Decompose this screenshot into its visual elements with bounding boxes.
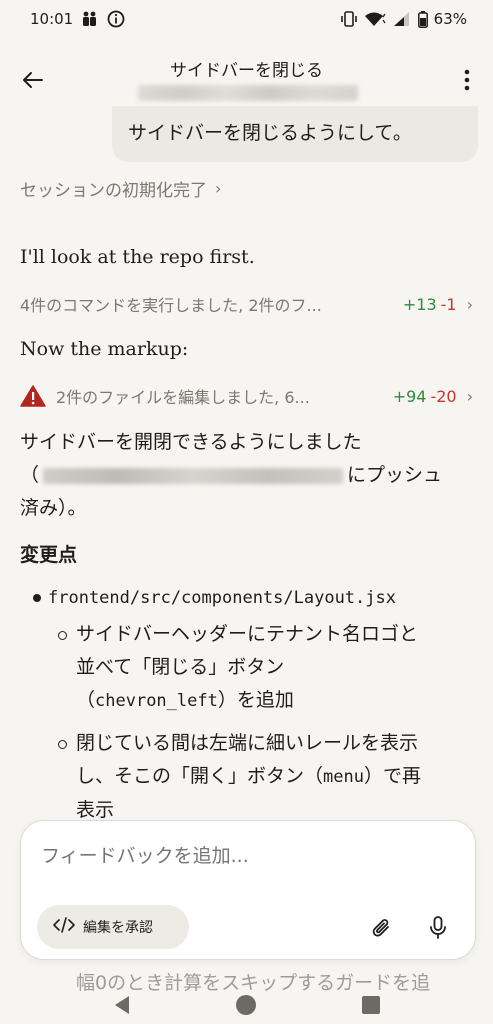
header-title: サイドバーを閉じる: [170, 61, 323, 81]
code-menu: menu: [323, 767, 364, 787]
sub-bullet-dot: [58, 740, 67, 749]
summary-line-2: （ にプッシュ: [20, 459, 473, 492]
chevron-right-icon: ›: [466, 386, 473, 406]
assistant-markup-text: Now the markup:: [20, 338, 189, 360]
code-icon: [53, 917, 75, 937]
feedback-input[interactable]: [41, 845, 441, 867]
tool-summary-row-commands[interactable]: 4件のコマンドを実行しました, 2件のフ... +13 -1 ›: [20, 292, 473, 316]
battery-percent: 63%: [433, 10, 467, 28]
tool-summary-row-edits[interactable]: 2件のファイルを編集しました, 6... +94 -20 ›: [20, 384, 473, 408]
code-chevron-left: chevron_left: [95, 691, 218, 711]
overflow-menu-button[interactable]: [453, 62, 481, 98]
wifi-icon: [364, 11, 386, 27]
changes-heading: 変更点: [20, 544, 78, 566]
square-recents-icon: [361, 996, 380, 1014]
info-icon: [107, 10, 125, 28]
session-status-label: セッションの初期化完了: [20, 181, 207, 201]
chevron-right-icon: ›: [466, 294, 473, 314]
system-nav-bar: [0, 990, 493, 1024]
user-message-bubble: サイドバーを閉じるようにして。: [112, 106, 478, 162]
sub-bullet-2-pre: し、そこの「開く」ボタン（: [76, 765, 324, 787]
nav-home-button[interactable]: [235, 994, 257, 1020]
sub-bullet-1-line-2: 並べて「閉じる」ボタン: [76, 656, 285, 678]
status-bar: 10:01 63%: [0, 0, 493, 38]
chevron-right-icon: ›: [215, 179, 222, 198]
microphone-icon: [430, 916, 446, 939]
assistant-intro-text: I'll look at the repo first.: [20, 246, 255, 268]
battery-icon: [417, 10, 428, 28]
summary-line-2-tail: にプッシュ: [347, 464, 443, 486]
summary-open-paren: （: [20, 464, 40, 486]
branch-name-redacted: [43, 467, 344, 484]
sub-bullet-2-line-2: し、そこの「開く」ボタン（menu）で再: [76, 760, 476, 794]
sub-bullet-1-line-3: （chevron_left）を追加: [76, 684, 476, 718]
nav-recents-button[interactable]: [360, 994, 382, 1020]
summary-line-1: サイドバーを開閉できるようにしました: [20, 431, 362, 453]
microphone-button[interactable]: [425, 915, 451, 941]
paperclip-icon: [372, 919, 389, 937]
approve-edits-button[interactable]: 編集を承認: [37, 905, 189, 949]
approve-edits-label: 編集を承認: [83, 920, 153, 936]
summary-line-3: 済み）。: [20, 497, 87, 519]
diff-added-count: +94: [392, 386, 427, 406]
status-time: 10:01: [30, 10, 74, 28]
sub-bullet-2-line-1: 閉じている間は左端に細いレールを表示: [76, 732, 419, 754]
family-icon: [81, 11, 99, 27]
tool-summary-text: 4件のコマンドを実行しました, 2件のフ...: [20, 296, 322, 315]
warning-icon: [20, 385, 46, 407]
feedback-composer: 編集を承認: [20, 820, 476, 960]
diff-added-count: +13: [402, 294, 437, 314]
summary-paragraph: サイドバーを開閉できるようにしました （ にプッシュ 済み）。: [20, 426, 473, 525]
circle-home-icon: [236, 995, 257, 1015]
file-path-item: frontend/src/components/Layout.jsx: [48, 588, 396, 608]
vibrate-icon: [340, 11, 358, 27]
paren-open: （: [76, 689, 96, 711]
paren-close-text: ）を追加: [217, 689, 294, 711]
more-vert-icon: [464, 69, 470, 91]
signal-icon: [392, 11, 412, 27]
sub-bullet-2: 閉じている間は左端に細いレールを表示 し、そこの「開く」ボタン（menu）で再 …: [76, 727, 476, 827]
sub-bullet-1-line-1: サイドバーヘッダーにテナント名ロゴと: [76, 623, 419, 645]
sub-bullet-1: サイドバーヘッダーにテナント名ロゴと 並べて「閉じる」ボタン （chevron_…: [76, 618, 476, 718]
diff-removed-count: -20: [430, 386, 457, 406]
header-subtitle-redacted: [138, 85, 358, 101]
session-status-row[interactable]: セッションの初期化完了 ›: [20, 176, 221, 201]
tool-summary-text: 2件のファイルを編集しました, 6...: [56, 388, 310, 407]
sub-bullet-dot: [58, 631, 67, 640]
attach-button[interactable]: [369, 915, 395, 941]
bullet-dot: [33, 594, 41, 602]
diff-removed-count: -1: [440, 294, 457, 314]
triangle-back-icon: [115, 996, 130, 1014]
sub-bullet-2-post: ）で再: [363, 765, 421, 787]
nav-back-button[interactable]: [111, 994, 133, 1020]
